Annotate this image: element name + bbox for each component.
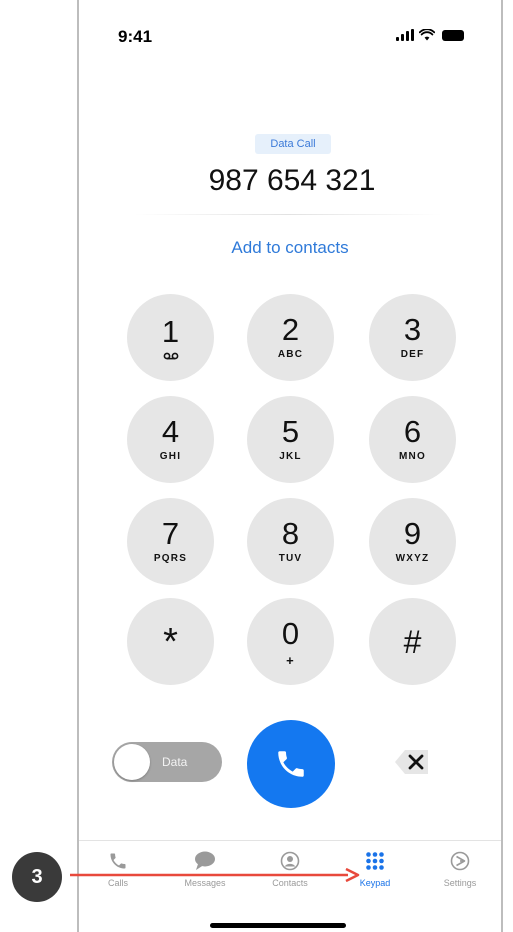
signal-icon (396, 29, 414, 41)
status-time: 9:41 (118, 27, 153, 46)
key-digit: # (403, 623, 422, 660)
key-0[interactable]: 0 + (247, 598, 334, 685)
key-7[interactable]: 7 PQRS (127, 498, 214, 585)
key-letters: WXYZ (395, 553, 430, 564)
key-digit: 2 (281, 312, 300, 347)
key-digit: 9 (403, 516, 422, 551)
call-button[interactable] (247, 720, 335, 808)
key-letters: DEF (400, 349, 425, 360)
backspace-button[interactable] (394, 748, 430, 781)
data-toggle[interactable]: Data (112, 742, 222, 782)
status-icons (396, 29, 464, 41)
key-digit: 1 (161, 313, 180, 349)
settings-icon (450, 851, 470, 871)
battery-icon (442, 30, 464, 41)
key-digit: 4 (161, 414, 180, 449)
key-letters: PQRS (153, 553, 188, 564)
tab-label: Settings (443, 878, 477, 888)
key-letters: ABC (277, 349, 304, 360)
call-type-badge[interactable]: Data Call (255, 134, 331, 154)
key-9[interactable]: 9 WXYZ (369, 498, 456, 585)
step-number-badge: 3 (12, 852, 62, 902)
key-star[interactable]: * (127, 598, 214, 685)
key-5[interactable]: 5 JKL (247, 396, 334, 483)
voicemail-icon (163, 352, 178, 359)
key-hash[interactable]: # (369, 598, 456, 685)
key-digit: 3 (403, 312, 422, 347)
key-digit: 7 (161, 516, 180, 551)
tab-label: Keypad (359, 878, 391, 888)
key-4[interactable]: 4 GHI (127, 396, 214, 483)
key-digit: 6 (403, 414, 422, 449)
key-3[interactable]: 3 DEF (369, 294, 456, 381)
annotation-arrow-icon (70, 868, 360, 882)
key-8[interactable]: 8 TUV (247, 498, 334, 585)
toggle-knob (114, 744, 150, 780)
key-2[interactable]: 2 ABC (247, 294, 334, 381)
keypad-grid-icon (366, 852, 384, 870)
number-divider (134, 214, 442, 215)
wifi-icon (419, 29, 435, 41)
key-6[interactable]: 6 MNO (369, 396, 456, 483)
key-letters: MNO (399, 451, 426, 462)
tab-settings[interactable]: Settings (425, 850, 495, 888)
key-letters: + (286, 653, 295, 668)
backspace-icon (395, 750, 428, 774)
home-indicator (210, 923, 346, 928)
key-digit: 5 (281, 414, 300, 449)
data-toggle-label: Data (162, 755, 188, 769)
key-digit: * (163, 620, 178, 663)
add-to-contacts-link[interactable]: Add to contacts (150, 238, 430, 258)
key-letters: TUV (278, 553, 303, 564)
tab-bar-divider (79, 840, 501, 841)
key-1[interactable]: 1 (127, 294, 214, 381)
key-letters: JKL (279, 451, 302, 462)
key-digit: 0 (281, 616, 300, 651)
key-letters: GHI (159, 451, 182, 462)
dialed-number: 987 654 321 (208, 164, 376, 197)
key-digit: 8 (281, 516, 300, 551)
phone-icon (278, 751, 304, 777)
